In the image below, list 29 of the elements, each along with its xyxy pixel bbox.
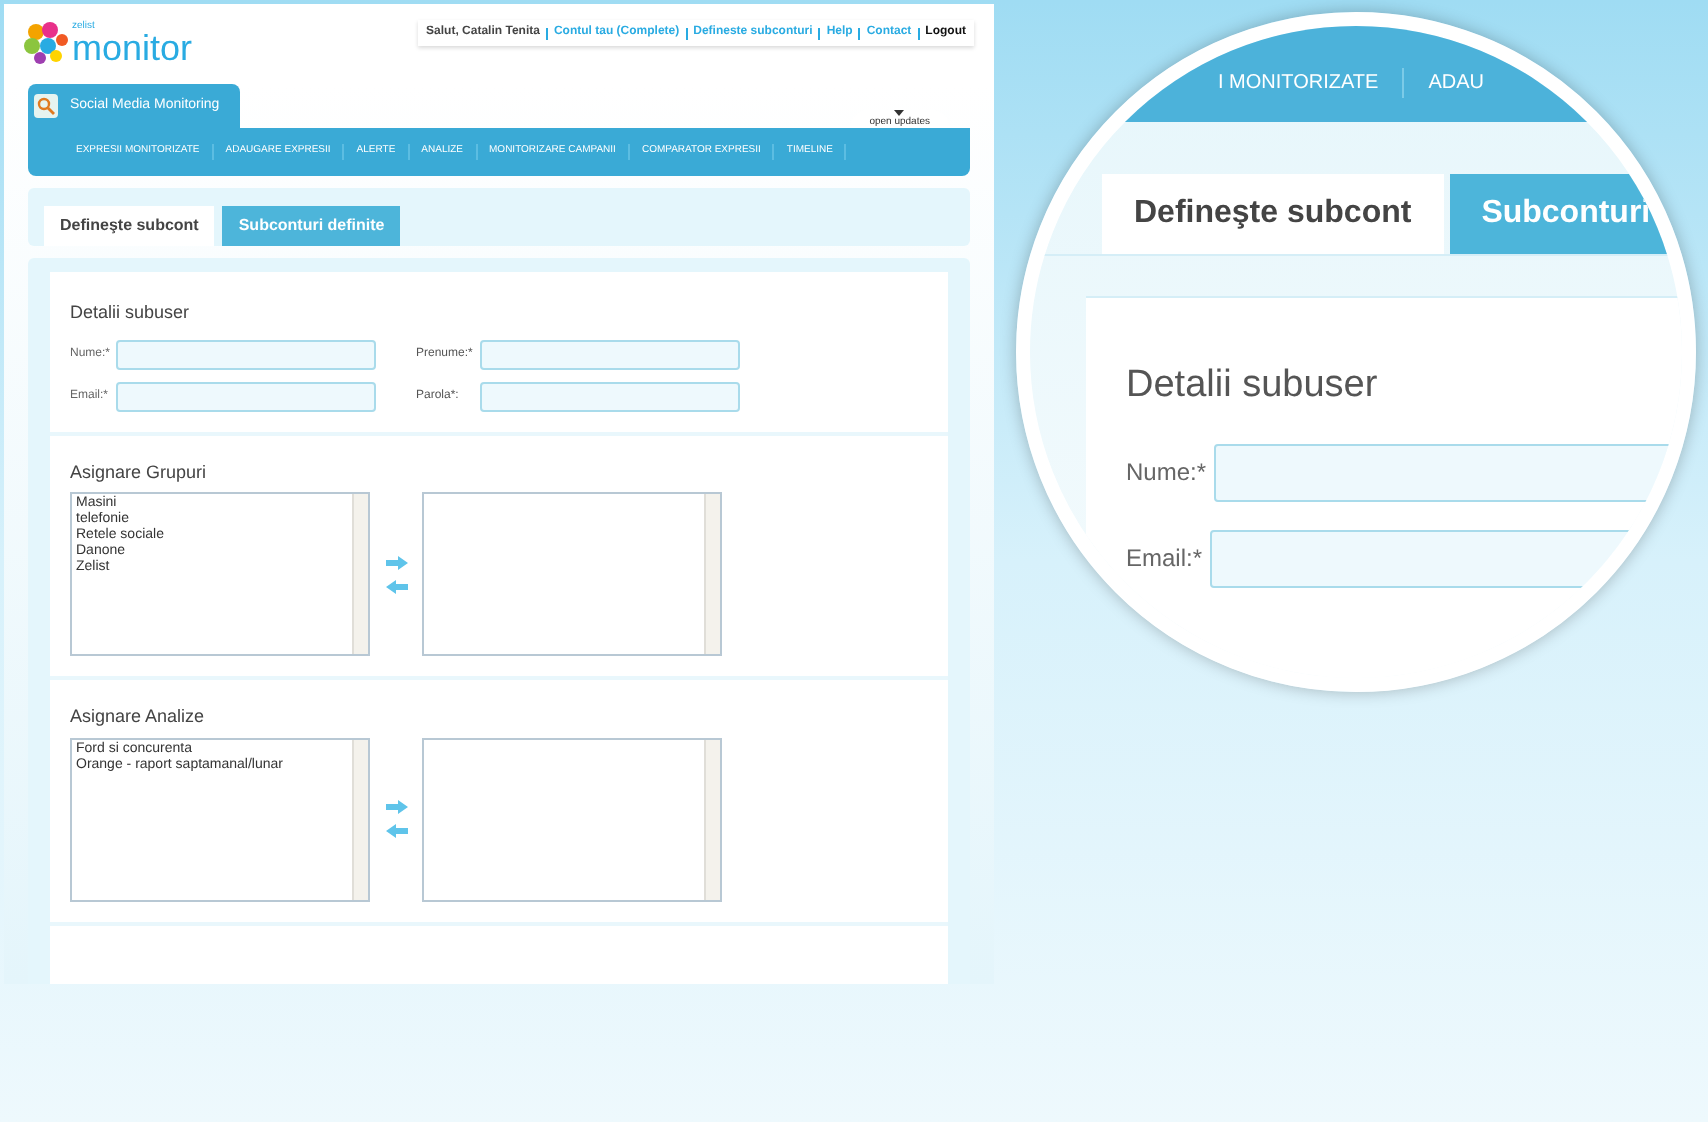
scrollbar[interactable] [352, 494, 368, 654]
right-arrow-icon[interactable] [386, 555, 408, 569]
field-label: Nume:* [1126, 456, 1207, 490]
caret-icon [894, 110, 905, 116]
logo-icon [24, 20, 68, 64]
input-field[interactable] [116, 381, 376, 411]
scrollbar[interactable] [352, 739, 368, 899]
scrollbar[interactable] [704, 494, 720, 654]
input-field[interactable] [480, 339, 740, 369]
section-title: Detalii subuser [70, 300, 192, 326]
tab[interactable]: Subconturi definite [222, 206, 401, 246]
list-box[interactable] [422, 492, 722, 656]
nav-item[interactable]: ADAU [1404, 68, 1508, 98]
tab[interactable]: Defineşte subcont [1102, 174, 1444, 254]
left-arrow-icon[interactable] [386, 824, 408, 838]
field-label: Email:* [1126, 542, 1203, 576]
logo-text: monitor [72, 31, 193, 63]
section-title: Detalii subuser [1126, 362, 1380, 410]
scrollbar[interactable] [704, 739, 720, 899]
left-arrow-icon[interactable] [386, 579, 408, 593]
right-arrow-icon[interactable] [386, 800, 408, 814]
list-box[interactable] [422, 737, 722, 901]
section-title: Asignare Analize [70, 704, 207, 730]
input-field[interactable] [116, 339, 376, 369]
section-title: Asignare Grupuri [70, 459, 209, 486]
magnifier-icon [34, 94, 58, 118]
input-field[interactable] [480, 381, 740, 411]
nav-item[interactable]: I MONITORIZATE [1194, 68, 1405, 98]
tab[interactable]: Defineşte subcont [44, 206, 215, 246]
